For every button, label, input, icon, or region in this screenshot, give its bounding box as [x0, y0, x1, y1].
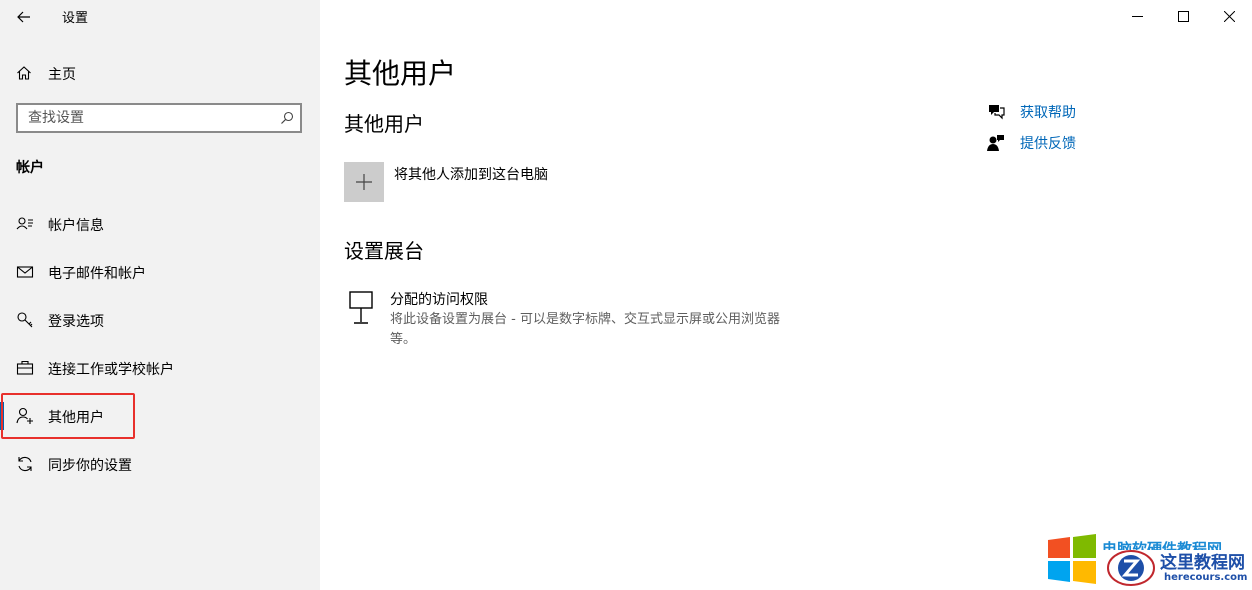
selection-indicator [0, 402, 4, 430]
sync-icon [18, 456, 32, 472]
close-button[interactable] [1206, 0, 1252, 32]
sidebar-item-account-info[interactable]: 帐户信息 [0, 202, 320, 246]
sidebar-item-label: 连接工作或学校帐户 [48, 362, 174, 378]
sidebar-item-label: 其他用户 [48, 410, 104, 426]
sidebar-item-label: 电子邮件和帐户 [48, 266, 146, 282]
back-button[interactable] [12, 5, 36, 29]
maximize-icon [1177, 10, 1189, 22]
sidebar-item-label: 登录选项 [48, 314, 104, 330]
sidebar-item-email[interactable]: 电子邮件和帐户 [0, 250, 320, 294]
sidebar-item-label: 同步你的设置 [48, 458, 132, 474]
site-logo-icon [1107, 550, 1155, 586]
page-title: 其他用户 [344, 57, 457, 90]
sidebar-item-work-school[interactable]: 连接工作或学校帐户 [0, 346, 320, 390]
assigned-access-description: 将此设备设置为展台 - 可以是数字标牌、交互式显示屏或公用浏览器等。 [390, 312, 780, 347]
watermark-site-name: 这里教程网 [1160, 553, 1245, 573]
minimize-button[interactable] [1114, 0, 1160, 32]
search-icon [281, 111, 294, 124]
sidebar: 设置 主页 帐户 帐户信息 电子邮件和帐户 登录选项 连接工作或学校帐户 其他用… [0, 0, 320, 590]
watermark: 电脑软硬件教程网 这里教程网 herecours.com [1046, 526, 1252, 590]
add-tile [344, 162, 384, 202]
home-label: 主页 [48, 67, 76, 83]
sidebar-item-sync[interactable]: 同步你的设置 [0, 442, 320, 486]
other-users-heading: 其他用户 [344, 112, 424, 136]
feedback-link[interactable]: 提供反馈 [986, 131, 1186, 155]
windows-logo-icon [1048, 534, 1096, 584]
watermark-url: herecours.com [1164, 572, 1248, 583]
title-bar: 设置 [0, 0, 320, 34]
chat-help-icon [989, 105, 1005, 120]
section-header-accounts: 帐户 [16, 160, 44, 176]
assigned-access-title: 分配的访问权限 [390, 292, 488, 308]
app-title: 设置 [62, 11, 89, 26]
sidebar-item-label: 帐户信息 [48, 218, 104, 234]
sidebar-item-other-users[interactable]: 其他用户 [0, 394, 320, 438]
account-info-icon [16, 217, 33, 230]
feedback-label: 提供反馈 [1020, 136, 1076, 152]
sidebar-item-sign-in-options[interactable]: 登录选项 [0, 298, 320, 342]
briefcase-icon [16, 360, 34, 375]
maximize-button[interactable] [1160, 0, 1206, 32]
home-nav-item[interactable]: 主页 [0, 58, 320, 88]
search-box[interactable] [16, 103, 302, 133]
get-help-link[interactable]: 获取帮助 [986, 100, 1186, 124]
kiosk-icon [349, 291, 373, 324]
add-person-icon [16, 407, 33, 424]
add-other-user-label: 将其他人添加到这台电脑 [394, 167, 548, 183]
get-help-label: 获取帮助 [1020, 105, 1076, 121]
close-icon [1223, 10, 1235, 22]
feedback-icon [987, 135, 1004, 151]
back-arrow-icon [17, 11, 30, 23]
plus-icon [356, 174, 372, 190]
search-input[interactable] [18, 105, 268, 131]
minimize-icon [1131, 15, 1143, 17]
kiosk-heading: 设置展台 [344, 239, 424, 263]
key-icon [17, 312, 33, 328]
home-icon [17, 66, 31, 80]
mail-icon [16, 266, 34, 278]
